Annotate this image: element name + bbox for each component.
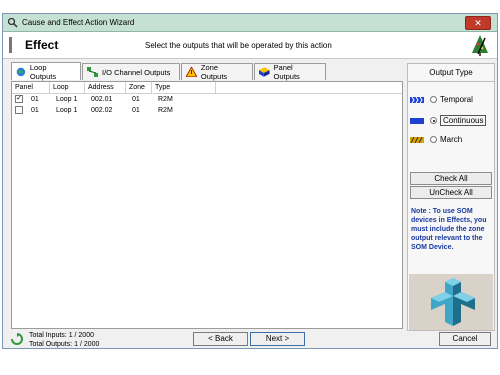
total-outputs: Total Outputs: 1 / 2000 (29, 341, 100, 348)
magnifier-app-icon (7, 17, 18, 28)
cell-address: 002.01 (91, 96, 113, 103)
warning-triangle-icon (186, 67, 197, 77)
table-row[interactable]: 01 Loop 1 002.02 01 R2M (12, 105, 402, 116)
continuous-pattern-icon (410, 117, 424, 124)
outputs-list: Panel Loop Address Zone Type ✓ 01 Loop 1… (11, 81, 403, 329)
check-all-button[interactable]: Check All (410, 172, 492, 185)
column-header-address[interactable]: Address (85, 82, 126, 93)
list-header: Panel Loop Address Zone Type (12, 82, 402, 94)
cell-panel: 01 (31, 107, 39, 114)
column-header-type[interactable]: Type (152, 82, 216, 93)
option-label: March (440, 135, 463, 144)
column-header-filler (216, 82, 402, 93)
tab-panel-outputs[interactable]: Panel Outputs (254, 63, 326, 81)
cell-zone: 01 (132, 107, 140, 114)
total-inputs: Total Inputs: 1 / 2000 (29, 332, 94, 339)
header-marker-icon (9, 37, 12, 53)
cell-address: 002.02 (91, 107, 113, 114)
tab-label: Zone Outputs (200, 63, 228, 81)
title-bar: Cause and Effect Action Wizard ✕ (3, 14, 497, 32)
globe-icon (16, 67, 26, 76)
tab-loop-outputs[interactable]: Loop Outputs (11, 62, 81, 81)
output-type-panel: Output Type Temporal Continuous March Ch… (407, 63, 495, 331)
network-icon (87, 67, 98, 77)
radio-march[interactable] (430, 136, 437, 143)
totals: Total Inputs: 1 / 2000 Total Outputs: 1 … (29, 331, 99, 349)
cancel-button[interactable]: Cancel (439, 332, 491, 346)
temporal-pattern-icon (410, 96, 424, 103)
column-header-zone[interactable]: Zone (126, 82, 152, 93)
wizard-window: Cause and Effect Action Wizard ✕ Effect … (2, 13, 498, 349)
page-title: Effect (25, 38, 59, 52)
column-header-panel[interactable]: Panel (12, 82, 50, 93)
option-label: Temporal (440, 95, 473, 104)
tab-zone-outputs[interactable]: Zone Outputs (181, 63, 253, 81)
row-checkbox[interactable]: ✓ (15, 95, 23, 103)
wizard-header: Effect Select the outputs that will be o… (3, 32, 497, 59)
option-continuous[interactable]: Continuous (410, 115, 487, 126)
window-title: Cause and Effect Action Wizard (22, 18, 135, 27)
option-temporal[interactable]: Temporal (410, 95, 473, 104)
refresh-icon[interactable] (11, 333, 23, 345)
radio-continuous[interactable] (430, 117, 437, 124)
cell-panel: 01 (31, 96, 39, 103)
option-march[interactable]: March (410, 135, 462, 144)
output-tabs: Loop Outputs I/O Channel Outputs Zone Ou… (11, 62, 327, 81)
tab-label: I/O Channel Outputs (102, 67, 171, 77)
uncheck-all-button[interactable]: UnCheck All (410, 186, 492, 199)
back-button[interactable]: < Back (193, 332, 248, 346)
cell-loop: Loop 1 (56, 96, 78, 103)
cell-type: R2M (158, 96, 173, 103)
close-button[interactable]: ✕ (465, 16, 491, 30)
wizard-tree-icon (472, 35, 488, 56)
wizard-footer: Total Inputs: 1 / 2000 Total Outputs: 1 … (3, 331, 497, 349)
tab-io-channel-outputs[interactable]: I/O Channel Outputs (82, 63, 180, 80)
cube-logo (409, 274, 493, 330)
panel-box-icon (259, 67, 270, 77)
row-checkbox[interactable] (15, 106, 23, 114)
next-button[interactable]: Next > (250, 332, 305, 346)
option-label: Continuous (440, 115, 487, 126)
som-note: Note : To use SOM devices in Effects, yo… (411, 208, 487, 251)
tab-label: Panel Outputs (273, 63, 300, 81)
column-header-loop[interactable]: Loop (50, 82, 85, 93)
cell-zone: 01 (132, 96, 140, 103)
instruction-text: Select the outputs that will be operated… (145, 41, 332, 50)
cube-cross-icon (431, 278, 475, 326)
radio-temporal[interactable] (430, 96, 437, 103)
table-row[interactable]: ✓ 01 Loop 1 002.01 01 R2M (12, 94, 402, 105)
output-type-title: Output Type (408, 64, 494, 82)
tab-label: Loop Outputs (29, 62, 57, 81)
cell-loop: Loop 1 (56, 107, 78, 114)
cell-type: R2M (158, 107, 173, 114)
march-pattern-icon (410, 136, 424, 143)
